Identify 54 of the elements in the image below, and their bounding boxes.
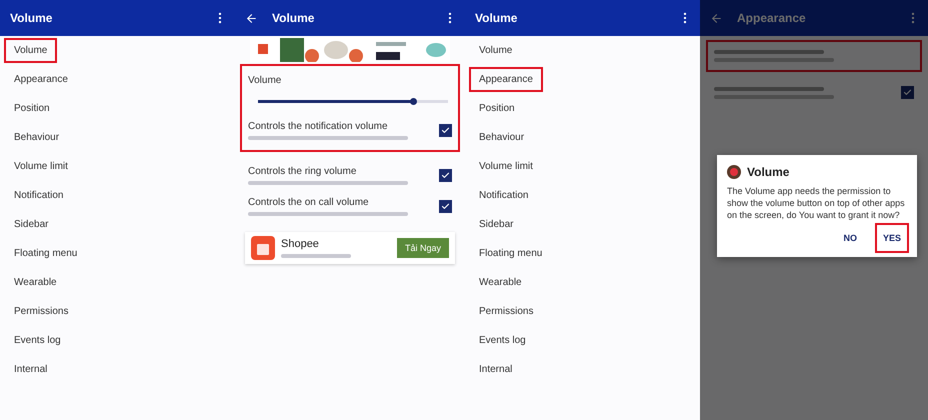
menu-item[interactable]: Volume	[6, 40, 56, 61]
volume-slider[interactable]	[258, 100, 448, 103]
menu-item[interactable]: Floating menu	[471, 243, 550, 264]
menu-item[interactable]: Notification	[6, 185, 72, 206]
menu-item[interactable]: Events log	[6, 330, 69, 351]
dialog-button[interactable]: YES	[876, 225, 907, 251]
menu-item[interactable]: Internal	[6, 359, 56, 380]
ad-title: Shopee	[281, 238, 320, 250]
menu-item[interactable]: Behaviour	[6, 127, 68, 148]
menu-item[interactable]: Position	[6, 98, 58, 119]
install-button[interactable]: Tải Ngay	[396, 238, 449, 258]
option-title: Controls the ring volume	[248, 166, 358, 177]
menu-item[interactable]: Behaviour	[471, 127, 532, 148]
menu-item[interactable]: Permissions	[6, 301, 76, 322]
app-title: Volume	[272, 11, 316, 25]
check-icon	[903, 88, 912, 97]
menu-item[interactable]: Wearable	[6, 272, 65, 293]
slider-thumb[interactable]	[410, 98, 418, 105]
app-title: Volume	[475, 11, 518, 25]
menu-item[interactable]: Floating menu	[6, 243, 86, 264]
app-title: Volume	[10, 11, 54, 25]
menu-item[interactable]: Events log	[471, 330, 534, 351]
check-icon	[441, 202, 450, 211]
dialog-title: Volume	[747, 165, 790, 179]
menu-item[interactable]: Position	[471, 98, 523, 119]
app-icon	[727, 165, 741, 179]
menu-item[interactable]: Notification	[471, 185, 536, 206]
setting-row[interactable]	[706, 40, 922, 72]
checkbox[interactable]	[439, 124, 452, 137]
menu-item[interactable]: Volume limit	[471, 156, 541, 177]
menu-item[interactable]: Internal	[471, 359, 520, 380]
menu-item[interactable]: Sidebar	[471, 214, 522, 235]
dialog-button[interactable]: NO	[837, 225, 863, 251]
option-title: Controls the notification volume	[248, 121, 389, 132]
checkbox[interactable]	[439, 200, 452, 213]
menu-item[interactable]: Volume	[471, 40, 520, 61]
menu-item[interactable]: Volume limit	[6, 156, 76, 177]
slider-label: Volume	[248, 75, 282, 86]
menu-item[interactable]: Appearance	[471, 69, 541, 90]
option-title: Controls the on call volume	[248, 197, 370, 208]
back-icon[interactable]	[245, 12, 258, 24]
checkbox[interactable]	[901, 86, 914, 99]
blurred-line	[281, 254, 351, 258]
menu-item[interactable]: Appearance	[6, 69, 76, 90]
menu-item[interactable]: Wearable	[471, 272, 530, 293]
check-icon	[441, 171, 450, 180]
app-title: Appearance	[737, 11, 807, 25]
menu-item[interactable]: Permissions	[471, 301, 542, 322]
shopping-bag-icon	[251, 236, 275, 260]
menu-item[interactable]: Sidebar	[6, 214, 56, 235]
check-icon	[441, 126, 450, 135]
dialog-message: The Volume app needs the permission to show the volume button on top of other apps on the screen, do You want to grant it now?	[727, 185, 906, 221]
ad-banner[interactable]: Shopee Tải Ngay	[245, 232, 455, 264]
checkbox[interactable]	[439, 169, 452, 182]
